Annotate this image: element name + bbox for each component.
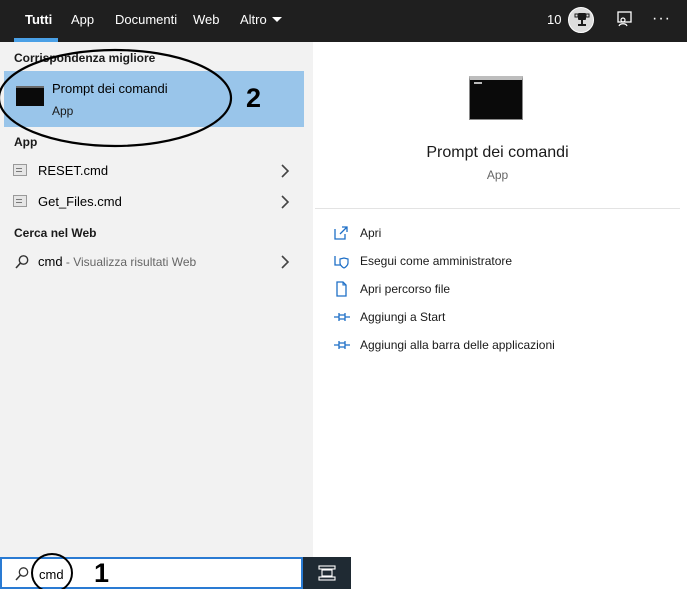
- task-view-button[interactable]: [303, 557, 351, 589]
- tab-documents[interactable]: Documenti: [115, 0, 177, 42]
- search-icon: [15, 567, 29, 581]
- search-input[interactable]: [39, 565, 279, 583]
- best-match-title: Prompt dei comandi: [52, 81, 168, 96]
- rewards-points: 10: [547, 12, 562, 27]
- feedback-icon[interactable]: [616, 10, 634, 33]
- pin-taskbar-icon: [334, 341, 350, 349]
- shield-icon: [334, 256, 349, 269]
- file-location-icon: [336, 281, 347, 297]
- annotation-step-2: 2: [246, 83, 262, 113]
- web-search-header: Cerca nel Web: [14, 226, 97, 240]
- apps-header: App: [14, 135, 38, 149]
- app-result-label: RESET.cmd: [38, 163, 109, 178]
- command-prompt-icon: [469, 76, 523, 120]
- chevron-right-icon[interactable]: [280, 195, 290, 209]
- tab-more-label: Altro: [240, 12, 267, 27]
- web-query: cmd: [38, 254, 63, 269]
- best-match-header: Corrispondenza migliore: [14, 51, 156, 65]
- tab-apps[interactable]: App: [71, 0, 94, 42]
- web-result-label: cmd - Visualizza risultati Web: [38, 254, 196, 269]
- annotation-step-1: 1: [94, 558, 110, 588]
- app-result-label: Get_Files.cmd: [38, 194, 122, 209]
- action-label: Esegui come amministratore: [360, 254, 513, 268]
- rewards-trophy-icon[interactable]: [568, 7, 594, 33]
- web-result[interactable]: cmd - Visualizza risultati Web: [4, 247, 304, 277]
- web-result-suffix: - Visualizza risultati Web: [62, 255, 197, 269]
- action-label: Aggiungi alla barra delle applicazioni: [360, 338, 555, 352]
- best-match-subtitle: App: [52, 104, 74, 118]
- pin-icon: [334, 313, 350, 321]
- tab-more[interactable]: Altro: [240, 0, 282, 42]
- more-options-icon[interactable]: ···: [652, 10, 671, 28]
- action-open-file-location[interactable]: Apri percorso file: [333, 278, 663, 302]
- preview-subtitle: App: [486, 168, 509, 182]
- app-result-get-files[interactable]: Get_Files.cmd: [4, 187, 304, 217]
- tab-web[interactable]: Web: [193, 0, 220, 42]
- preview-title: Prompt dei comandi: [426, 144, 569, 161]
- divider: [315, 208, 680, 209]
- taskbar-search-box[interactable]: [0, 557, 303, 589]
- tab-all[interactable]: Tutti: [25, 0, 52, 42]
- chevron-right-icon[interactable]: [280, 164, 290, 178]
- action-pin-to-start[interactable]: Aggiungi a Start: [333, 306, 663, 330]
- action-label: Apri percorso file: [360, 282, 451, 296]
- action-open[interactable]: Apri: [333, 222, 663, 246]
- script-file-icon: [13, 195, 27, 207]
- app-result-reset[interactable]: RESET.cmd: [4, 156, 304, 186]
- task-view-icon: [318, 565, 336, 581]
- chevron-down-icon: [271, 17, 282, 22]
- search-tab-bar: Tutti App Documenti Web Altro 10 ···: [0, 0, 687, 42]
- chevron-right-icon[interactable]: [280, 255, 290, 269]
- script-file-icon: [13, 164, 27, 176]
- search-icon: [15, 255, 29, 269]
- preview-panel: Prompt dei comandi App Apri Esegui come …: [315, 52, 680, 557]
- action-label: Aggiungi a Start: [360, 310, 446, 324]
- action-run-as-admin[interactable]: Esegui come amministratore: [333, 250, 663, 274]
- action-label: Apri: [360, 226, 382, 240]
- open-icon: [334, 226, 348, 240]
- action-pin-to-taskbar[interactable]: Aggiungi alla barra delle applicazioni: [333, 334, 663, 358]
- command-prompt-icon: [16, 86, 44, 106]
